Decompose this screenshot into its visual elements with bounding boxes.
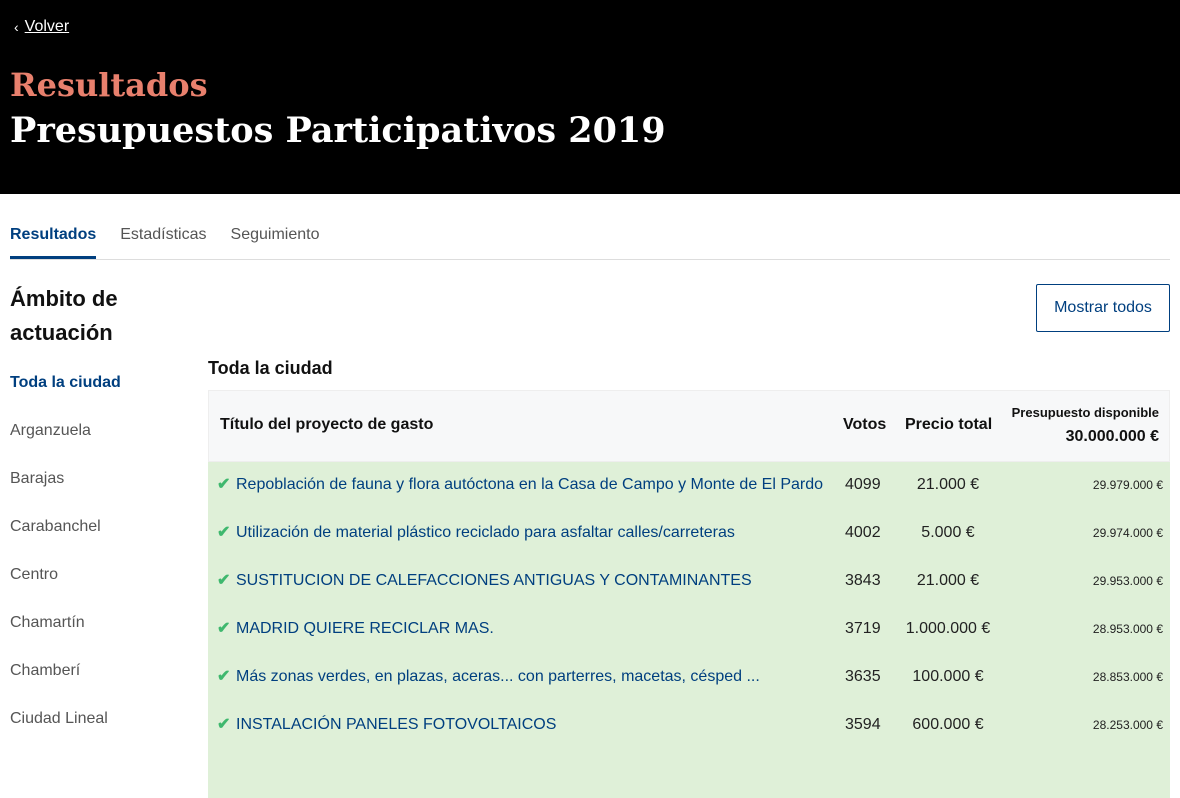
table-row: ✔ MADRID QUIERE RECICLAR MAS. 3719 1.000…	[208, 606, 1170, 654]
project-link[interactable]: Utilización de material plástico recicla…	[236, 524, 735, 542]
remaining-cell: 29.974.000 €	[1092, 526, 1163, 540]
header-budget-label: Presupuesto disponible	[1011, 405, 1159, 420]
check-icon: ✔	[217, 716, 231, 733]
results-table: Título del proyecto de gasto Votos Preci…	[208, 390, 1170, 798]
tab-resultados[interactable]: Resultados	[10, 226, 97, 259]
table-row: ✔ INSTALACIÓN PANELES FOTOVOLTAICOS 3594…	[208, 702, 1170, 750]
votes-cell: 4099	[845, 476, 881, 493]
votes-cell: 3719	[845, 620, 881, 637]
project-link[interactable]: MADRID QUIERE RECICLAR MAS.	[236, 620, 494, 638]
sidebar-item-chamartin[interactable]: Chamartín	[10, 614, 190, 662]
table-row: ✔ SUSTITUCION DE CALEFACCIONES ANTIGUAS …	[208, 558, 1170, 606]
sidebar-heading-line2: actuación	[10, 320, 113, 345]
page-header: ‹ Volver Resultados Presupuestos Partici…	[0, 0, 1180, 194]
table-row: ✔ Utilización de material plástico recic…	[208, 510, 1170, 558]
chevron-left-icon: ‹	[14, 19, 19, 35]
price-cell: 5.000 €	[921, 524, 975, 541]
price-cell: 21.000 €	[916, 572, 980, 589]
sidebar-heading-line1: Ámbito de	[10, 286, 118, 311]
page-subtitle: Resultados	[10, 66, 208, 104]
back-label[interactable]: Volver	[25, 18, 69, 36]
sidebar-item-ciudad-lineal[interactable]: Ciudad Lineal	[10, 710, 190, 758]
price-cell: 100.000 €	[912, 668, 984, 685]
sidebar-item-barajas[interactable]: Barajas	[10, 470, 190, 518]
check-icon: ✔	[217, 620, 231, 637]
project-link[interactable]: INSTALACIÓN PANELES FOTOVOLTAICOS	[236, 716, 556, 734]
remaining-cell: 28.853.000 €	[1092, 670, 1163, 684]
check-icon: ✔	[217, 476, 231, 493]
tab-estadisticas[interactable]: Estadísticas	[120, 226, 206, 259]
sidebar-item-carabanchel[interactable]: Carabanchel	[10, 518, 190, 566]
votes-cell: 3843	[845, 572, 881, 589]
sidebar-item-arganzuela[interactable]: Arganzuela	[10, 422, 190, 470]
remaining-cell: 28.253.000 €	[1092, 718, 1163, 732]
show-all-button[interactable]: Mostrar todos	[1036, 284, 1170, 332]
table-header: Título del proyecto de gasto Votos Preci…	[208, 390, 1170, 462]
table-row: ✔ Más zonas verdes, en plazas, aceras...…	[208, 654, 1170, 702]
remaining-cell: 29.953.000 €	[1092, 574, 1163, 588]
remaining-cell: 28.953.000 €	[1092, 622, 1163, 636]
tab-bar: Resultados Estadísticas Seguimiento	[10, 226, 1170, 260]
header-votes: Votos	[843, 416, 887, 433]
sidebar: Ámbito de actuación Toda la ciudad Argan…	[10, 282, 190, 758]
header-title: Título del proyecto de gasto	[220, 416, 434, 433]
header-price: Precio total	[905, 416, 993, 433]
check-icon: ✔	[217, 572, 231, 589]
project-link[interactable]: SUSTITUCION DE CALEFACCIONES ANTIGUAS Y …	[236, 572, 752, 590]
section-title: Toda la ciudad	[208, 358, 333, 378]
votes-cell: 4002	[845, 524, 881, 541]
table-row-partial	[208, 750, 1170, 798]
check-icon: ✔	[217, 524, 231, 541]
price-cell: 21.000 €	[916, 476, 980, 493]
price-cell: 1.000.000 €	[905, 620, 991, 637]
sidebar-item-centro[interactable]: Centro	[10, 566, 190, 614]
tab-seguimiento[interactable]: Seguimiento	[231, 226, 320, 259]
votes-cell: 3635	[845, 668, 881, 685]
back-link[interactable]: ‹ Volver	[14, 18, 69, 36]
remaining-cell: 29.979.000 €	[1092, 478, 1163, 492]
check-icon: ✔	[217, 668, 231, 685]
page-title: Presupuestos Participativos 2019	[10, 110, 666, 151]
project-link[interactable]: Más zonas verdes, en plazas, aceras... c…	[236, 668, 760, 686]
header-budget-value: 30.000.000 €	[1065, 428, 1159, 445]
project-link[interactable]: Repoblación de fauna y flora autóctona e…	[236, 476, 823, 494]
sidebar-item-chamberi[interactable]: Chamberí	[10, 662, 190, 710]
table-row: ✔ Repoblación de fauna y flora autóctona…	[208, 462, 1170, 510]
sidebar-heading: Ámbito de actuación	[10, 282, 190, 350]
sidebar-item-toda-la-ciudad[interactable]: Toda la ciudad	[10, 374, 190, 422]
votes-cell: 3594	[845, 716, 881, 733]
price-cell: 600.000 €	[912, 716, 984, 733]
